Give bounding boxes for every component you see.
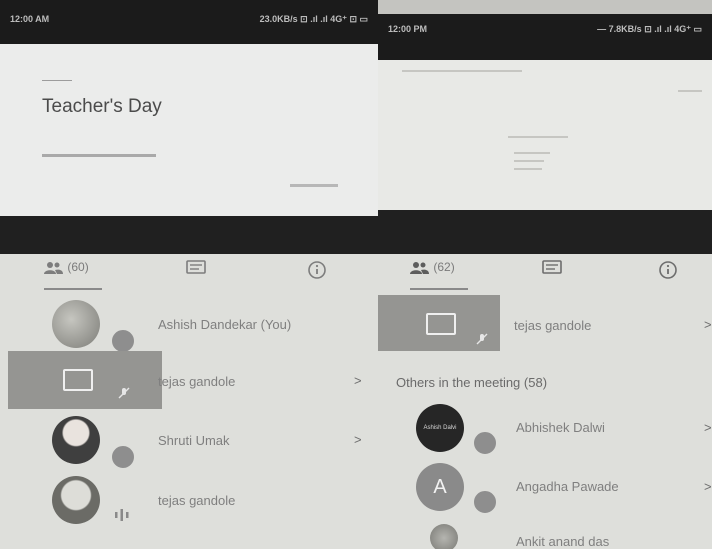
- participant-name: Shruti Umak: [158, 433, 230, 448]
- chevron-right-icon[interactable]: >: [354, 432, 362, 447]
- participant-name: Ashish Dandekar (You): [158, 317, 292, 332]
- participant-row[interactable]: Ashish Dalvi Abhishek Dalwi >: [378, 400, 712, 456]
- participant-name: tejas gandole: [514, 318, 592, 333]
- participant-name: tejas gandole: [158, 493, 236, 508]
- status-time: 12:00 PM: [388, 24, 428, 34]
- people-count: (60): [67, 260, 89, 274]
- avatar: [52, 300, 100, 348]
- presentation-slide[interactable]: [378, 60, 712, 210]
- info-icon: [659, 261, 677, 279]
- slide-divider: [42, 80, 72, 81]
- status-bar: 12:00 AM 23.0KB/s ⊡ .ıl .ıl 4G⁺ ⊡ ▭: [0, 0, 378, 44]
- avatar: [52, 416, 100, 464]
- mic-muted-icon: [472, 430, 498, 456]
- participant-row[interactable]: Ankit anand das: [378, 518, 712, 549]
- mic-muted-icon: [110, 444, 136, 470]
- tab-info[interactable]: [658, 260, 682, 288]
- participant-name: tejas gandole: [158, 374, 236, 389]
- status-icons: 23.0KB/s ⊡ .ıl .ıl 4G⁺ ⊡ ▭: [259, 14, 368, 24]
- chevron-right-icon[interactable]: >: [704, 420, 712, 435]
- video-strip: [378, 210, 712, 254]
- chevron-right-icon[interactable]: >: [704, 479, 712, 494]
- tab-chat[interactable]: [186, 260, 210, 288]
- people-icon: [410, 261, 429, 274]
- slide-subtitle-line: [42, 154, 156, 157]
- tab-info[interactable]: [307, 260, 331, 288]
- status-time: 12:00 AM: [10, 14, 50, 24]
- others-section-label: Others in the meeting (58): [396, 375, 548, 390]
- avatar: Ashish Dalvi: [416, 404, 464, 452]
- participant-name: Abhishek Dalwi: [516, 420, 605, 435]
- tab-people[interactable]: (62): [410, 260, 468, 290]
- slide-text-line: [514, 168, 542, 170]
- slide-text-line: [514, 152, 550, 154]
- avatar: [430, 524, 458, 549]
- avatar: A: [416, 463, 464, 511]
- left-phone-screen: 12:00 AM 23.0KB/s ⊡ .ıl .ıl 4G⁺ ⊡ ▭ Teac…: [0, 0, 378, 549]
- slide-title: Teacher's Day: [42, 96, 162, 117]
- video-strip: [0, 216, 378, 254]
- slide-text-line: [508, 136, 568, 138]
- people-icon: [44, 261, 63, 274]
- status-bar: 12:00 PM — 7.8KB/s ⊡ .ıl .ıl 4G⁺ ▭: [378, 14, 712, 60]
- tab-people[interactable]: (60): [44, 260, 102, 290]
- participant-name: Ankit anand das: [516, 534, 610, 549]
- participant-name: Angadha Pawade: [516, 479, 619, 494]
- participant-row[interactable]: tejas gandole >: [378, 297, 712, 353]
- people-count: (62): [433, 260, 455, 274]
- mic-muted-icon: [472, 489, 498, 515]
- participant-row[interactable]: Ashish Dandekar (You): [0, 296, 378, 354]
- participant-row[interactable]: A Angadha Pawade >: [378, 459, 712, 515]
- tab-chat[interactable]: [542, 260, 566, 288]
- chat-icon: [186, 260, 206, 274]
- participant-row[interactable]: tejas gandole: [0, 472, 378, 528]
- meeting-tabs: (62): [378, 254, 712, 292]
- top-edge: [378, 0, 712, 14]
- participant-row[interactable]: tejas gandole >: [0, 353, 378, 409]
- slide-text-line: [678, 90, 702, 92]
- meeting-tabs: (60): [0, 254, 378, 292]
- status-icons: — 7.8KB/s ⊡ .ıl .ıl 4G⁺ ▭: [597, 24, 702, 34]
- chevron-right-icon[interactable]: >: [704, 317, 712, 332]
- info-icon: [308, 261, 326, 279]
- chat-icon: [542, 260, 562, 274]
- slide-text-line: [402, 70, 522, 72]
- chevron-right-icon[interactable]: >: [354, 373, 362, 388]
- right-phone-screen: 12:00 PM — 7.8KB/s ⊡ .ıl .ıl 4G⁺ ▭ (62) …: [378, 0, 712, 549]
- mic-active-icon: [115, 509, 129, 521]
- avatar: [52, 476, 100, 524]
- slide-footer-line: [290, 184, 338, 187]
- participant-row[interactable]: Shruti Umak >: [0, 412, 378, 470]
- slide-text-line: [514, 160, 544, 162]
- presentation-slide[interactable]: Teacher's Day: [0, 44, 378, 216]
